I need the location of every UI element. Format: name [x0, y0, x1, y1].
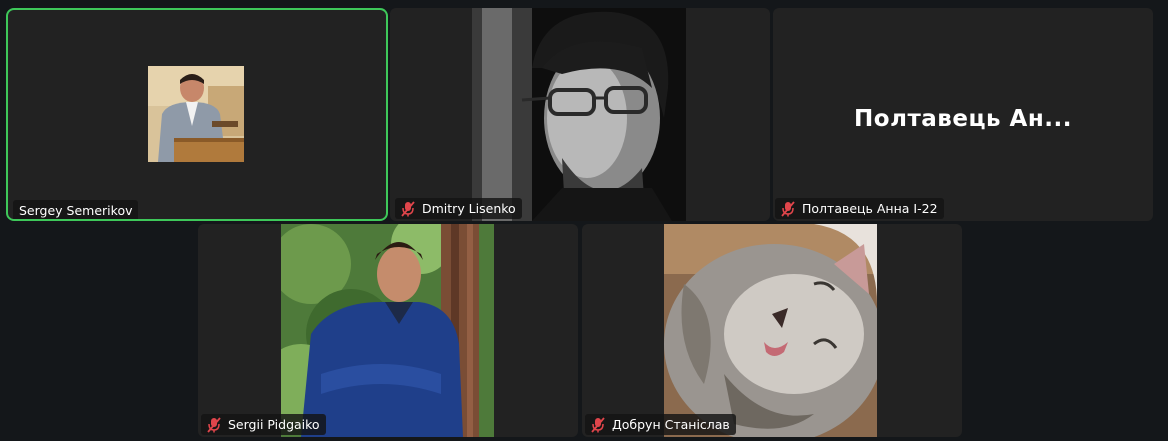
participant-display-name: Полтавець Ан... — [854, 106, 1072, 132]
participant-name: Dmitry Lisenko — [422, 201, 516, 216]
participant-tile-sergii-pidgaiko[interactable]: Sergii Pidgaiko — [198, 224, 578, 437]
video-gallery: Sergey Semerikov Dmitry Lisenko Полтавец… — [0, 0, 1168, 441]
participant-name-tag: Sergii Pidgaiko — [201, 414, 326, 435]
participant-name: Добрун Станіслав — [612, 417, 730, 432]
participant-name-tag: Sergey Semerikov — [13, 200, 139, 219]
microphone-muted-icon — [781, 200, 795, 217]
participant-video-sergii-pidgaiko — [281, 224, 494, 437]
participant-tile-dmitry-lisenko[interactable]: Dmitry Lisenko — [390, 8, 770, 221]
participant-tile-dobrun-stanislav[interactable]: Добрун Станіслав — [582, 224, 962, 437]
microphone-muted-icon — [207, 416, 221, 433]
microphone-muted-icon — [591, 416, 605, 433]
participant-name: Sergey Semerikov — [19, 203, 133, 218]
participant-tile-sergey-semerikov[interactable]: Sergey Semerikov — [6, 8, 388, 221]
participant-video-sergey-semerikov — [148, 66, 244, 162]
participant-name: Sergii Pidgaiko — [228, 417, 320, 432]
microphone-muted-icon — [401, 200, 415, 217]
participant-name: Полтавець Анна І-22 — [802, 201, 938, 216]
participant-video-dobrun-stanislav — [664, 224, 877, 437]
participant-name-tag: Полтавець Анна І-22 — [775, 198, 944, 219]
participant-tile-poltavets-anna[interactable]: Полтавець Ан... Полтавець Анна І-22 — [773, 8, 1153, 221]
participant-name-tag: Dmitry Lisenko — [395, 198, 522, 219]
participant-name-tag: Добрун Станіслав — [585, 414, 736, 435]
participant-video-dmitry-lisenko — [472, 8, 686, 221]
